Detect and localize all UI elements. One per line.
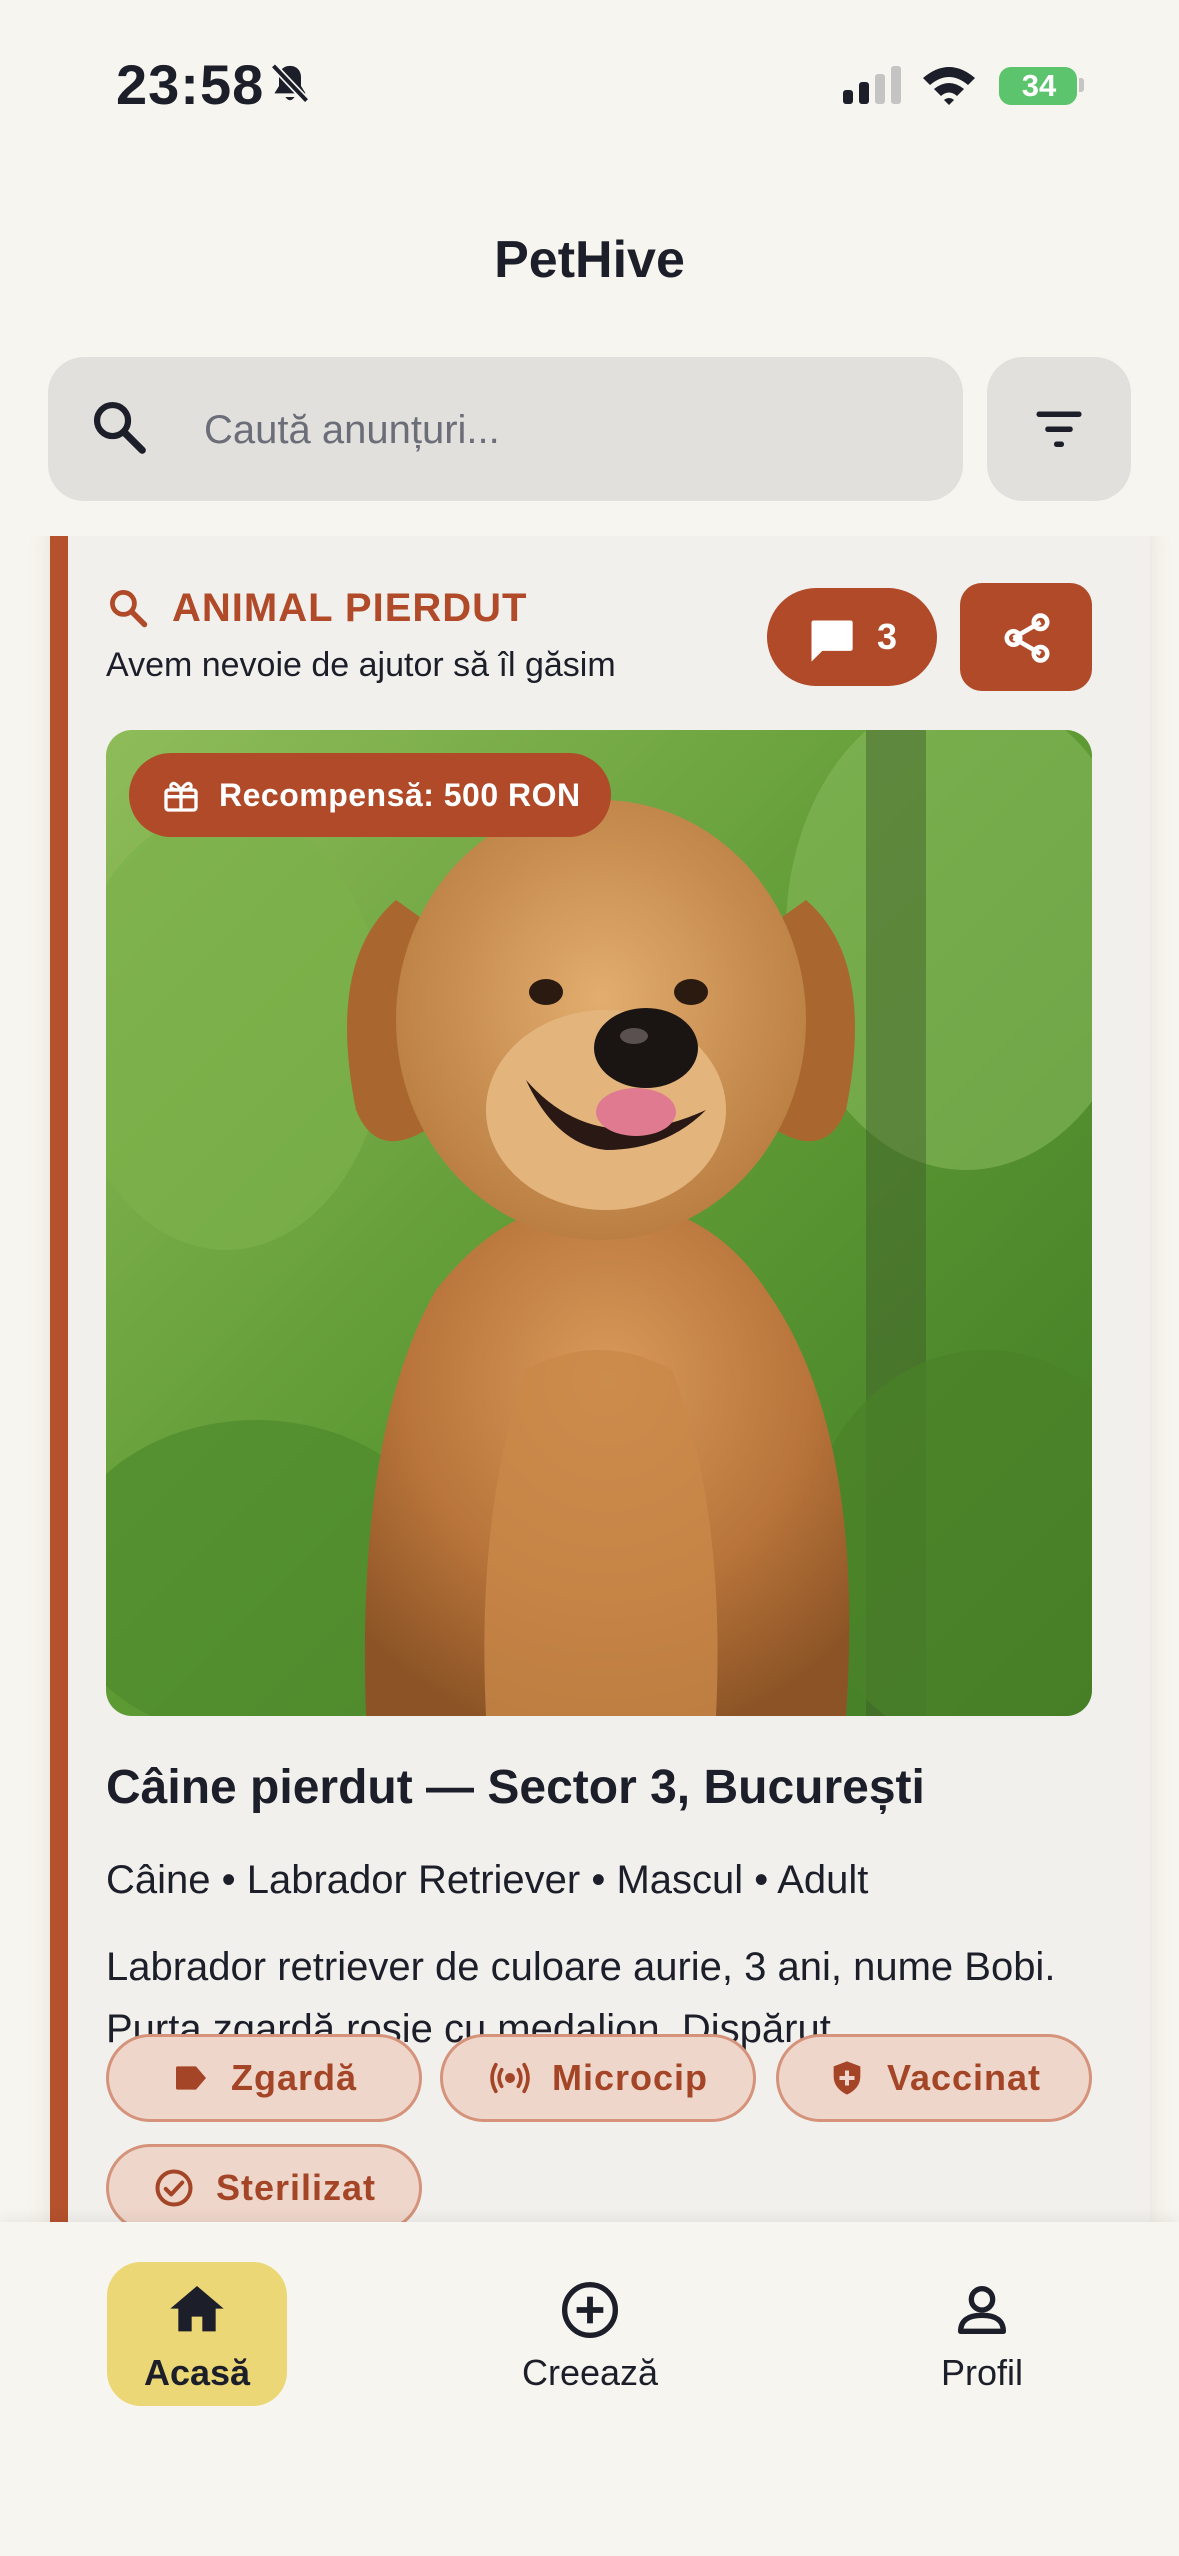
tag-sterilized: Sterilizat bbox=[106, 2144, 422, 2222]
search-input[interactable] bbox=[204, 380, 924, 480]
tag-vaccinated: Vaccinat bbox=[776, 2034, 1092, 2122]
nav-label: Creează bbox=[521, 2352, 659, 2393]
listing-subtitle: Avem nevoie de ajutor să îl găsim bbox=[106, 646, 616, 684]
battery-level: 34 bbox=[1021, 68, 1057, 103]
app-title: PetHive bbox=[494, 231, 685, 289]
comments-button[interactable]: 3 bbox=[767, 588, 937, 686]
microchip-signal-icon bbox=[490, 2062, 530, 2094]
nav-item-home[interactable]: Acasă bbox=[107, 2262, 287, 2406]
shield-plus-icon bbox=[833, 2061, 861, 2095]
category-label: ANIMAL PIERDUT bbox=[172, 585, 528, 630]
tag-label: Zgardă bbox=[230, 2057, 358, 2098]
label-icon bbox=[175, 2066, 206, 2090]
listing-details: Câine • Labrador Retriever • Mascul • Ad… bbox=[106, 1858, 869, 1902]
add-circle-icon bbox=[562, 2282, 618, 2338]
nav-item-create[interactable]: Creează bbox=[500, 2262, 680, 2406]
nav-item-profile[interactable]: Profil bbox=[892, 2262, 1072, 2406]
filter-icon bbox=[1036, 411, 1082, 447]
status-bar: 23:58 34 bbox=[0, 0, 1179, 170]
pet-photo[interactable] bbox=[106, 730, 1092, 1716]
tag-microchip: Microcip bbox=[440, 2034, 756, 2122]
reward-text: Recompensă: 500 RON bbox=[219, 776, 581, 813]
share-button[interactable] bbox=[960, 583, 1092, 691]
feed-scroll-area[interactable]: ANIMAL PIERDUT Avem nevoie de ajutor să … bbox=[0, 536, 1179, 2222]
listing-card[interactable]: ANIMAL PIERDUT Avem nevoie de ajutor să … bbox=[50, 536, 1150, 2222]
filter-button[interactable] bbox=[987, 357, 1131, 501]
wifi-icon bbox=[923, 67, 975, 105]
reward-badge: Recompensă: 500 RON bbox=[129, 753, 611, 837]
check-circle-icon bbox=[155, 2169, 193, 2207]
search-icon bbox=[93, 401, 146, 454]
share-icon bbox=[1004, 613, 1050, 663]
dog-photo-image bbox=[106, 730, 1092, 1716]
gift-icon bbox=[164, 781, 198, 812]
tag-collar: Zgardă bbox=[106, 2034, 422, 2122]
person-icon bbox=[958, 2286, 1006, 2334]
bottom-navigation: Acasă Creează Profil bbox=[0, 2222, 1179, 2556]
tag-label: Microcip bbox=[551, 2057, 709, 2098]
listing-category: ANIMAL PIERDUT bbox=[106, 578, 527, 638]
comments-count: 3 bbox=[877, 616, 898, 657]
status-time: 23:58 bbox=[116, 53, 265, 116]
home-icon bbox=[170, 2286, 224, 2332]
tag-label: Vaccinat bbox=[886, 2057, 1042, 2098]
tag-label: Sterilizat bbox=[215, 2167, 377, 2208]
bell-muted-icon bbox=[270, 63, 310, 104]
cellular-signal-icon bbox=[843, 66, 901, 104]
comment-icon bbox=[811, 620, 853, 662]
listing-title[interactable]: Câine pierdut — Sector 3, București bbox=[106, 1760, 925, 1815]
nav-label: Acasă bbox=[143, 2352, 251, 2393]
battery-tip bbox=[1079, 78, 1084, 92]
search-icon bbox=[110, 590, 148, 628]
card-accent-bar bbox=[50, 536, 68, 2222]
nav-label: Profil bbox=[940, 2352, 1024, 2393]
